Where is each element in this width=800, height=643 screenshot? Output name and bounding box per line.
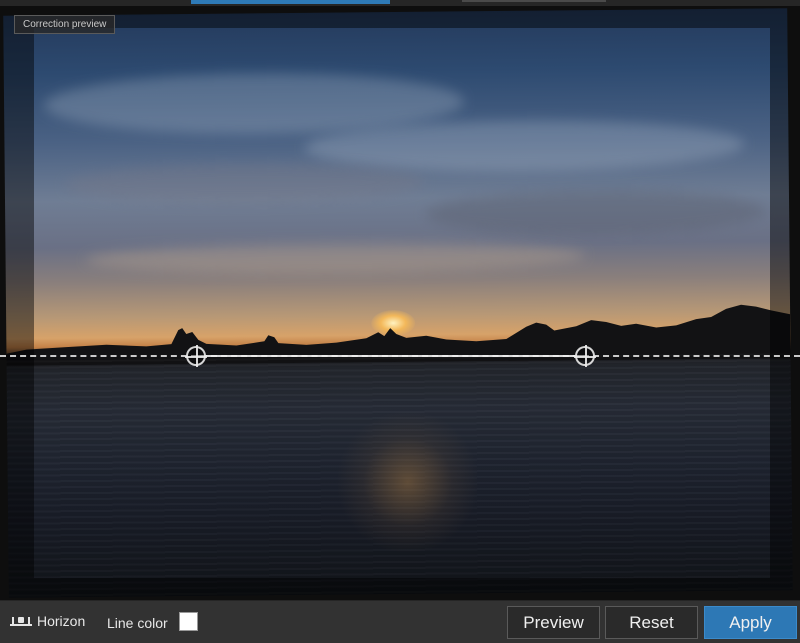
crop-mask-right <box>770 6 800 600</box>
crop-mask-top <box>34 6 770 28</box>
sunset-photo <box>3 8 793 598</box>
horizon-segment[interactable] <box>196 355 585 357</box>
horizon-handle-right[interactable] <box>574 345 596 367</box>
bottom-toolbar: Horizon Line color Preview Reset Apply <box>0 600 800 643</box>
reset-button[interactable]: Reset <box>605 606 698 639</box>
crop-mask-bottom <box>34 578 770 600</box>
horizon-level-icon <box>10 615 32 627</box>
line-color-swatch[interactable] <box>179 612 198 631</box>
inactive-tab-indicator[interactable] <box>462 0 606 2</box>
image-canvas[interactable]: Correction preview <box>0 6 800 600</box>
line-color-label: Line color <box>107 615 168 631</box>
correction-preview-label: Correction preview <box>14 15 116 34</box>
horizon-handle-left[interactable] <box>185 345 207 367</box>
horizon-tool-label: Horizon <box>37 613 86 629</box>
sun-reflection <box>337 411 479 553</box>
crop-mask-left <box>0 6 34 600</box>
apply-button[interactable]: Apply <box>704 606 797 639</box>
preview-button[interactable]: Preview <box>507 606 600 639</box>
active-tab-indicator[interactable] <box>191 0 390 4</box>
horizon-tool[interactable]: Horizon <box>10 613 85 629</box>
